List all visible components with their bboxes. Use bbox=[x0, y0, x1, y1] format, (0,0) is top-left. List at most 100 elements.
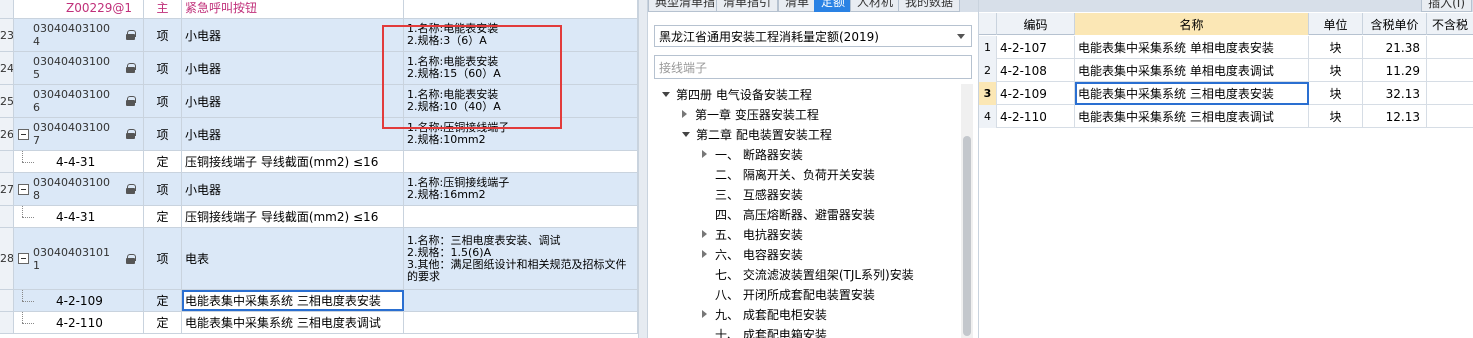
quota-code[interactable]: 4-2-110 bbox=[997, 105, 1075, 128]
quota-price-ex[interactable] bbox=[1427, 105, 1473, 128]
collapsed-icon[interactable] bbox=[682, 110, 687, 118]
tree-node[interactable]: 第一章 变压器安装工程 bbox=[682, 104, 819, 124]
quota-unit[interactable]: 块 bbox=[1309, 36, 1363, 59]
collapsed-icon[interactable] bbox=[702, 230, 707, 238]
quota-unit[interactable]: 块 bbox=[1309, 105, 1363, 128]
col-name-header[interactable]: 名称 bbox=[1075, 13, 1309, 35]
item-name[interactable]: 压铜接线端子 导线截面(mm2) ≤16 bbox=[182, 206, 404, 227]
tree-node[interactable]: 五、 电抗器安装 bbox=[702, 224, 803, 244]
item-name[interactable]: 小电器 bbox=[182, 118, 404, 150]
result-row[interactable]: 1 4-2-107 电能表集中采集系统 单相电度表安装块 21.38 bbox=[979, 36, 1473, 59]
tree-node[interactable]: 四、 高压熔断器、避雷器安装 bbox=[702, 204, 875, 224]
table-row[interactable]: 27 03040403100 8 项小电器 1.名称:压铜接线端子 2.规格:16mm2 bbox=[0, 173, 638, 206]
col-unit-header[interactable]: 单位 bbox=[1309, 13, 1363, 35]
item-name[interactable]: 电能表集中采集系统 三相电度表调试 bbox=[182, 312, 404, 333]
bill-code[interactable]: 03040403100 7 bbox=[14, 118, 144, 150]
result-row[interactable]: 4 4-2-110 电能表集中采集系统 三相电度表调试块 12.13 bbox=[979, 105, 1473, 128]
tab-1[interactable]: 清单指引 bbox=[716, 0, 779, 12]
tree-scrollbar-thumb[interactable] bbox=[963, 136, 971, 336]
quota-price-ex[interactable] bbox=[1427, 82, 1473, 105]
collapse-icon[interactable] bbox=[18, 253, 29, 264]
item-features[interactable] bbox=[404, 206, 638, 227]
quota-price-ex[interactable] bbox=[1427, 59, 1473, 82]
item-name[interactable]: 小电器 bbox=[182, 173, 404, 205]
quota-search-input[interactable]: 接线端子 bbox=[654, 55, 972, 79]
bill-code[interactable]: 4-4-31 bbox=[14, 206, 144, 227]
bill-code[interactable]: 03040403100 4 bbox=[14, 19, 144, 51]
quota-code[interactable]: 4-2-107 bbox=[997, 36, 1075, 59]
item-features[interactable]: 1.名称:电能表安装 2.规格:3（6）A bbox=[404, 19, 638, 51]
quota-name[interactable]: 电能表集中采集系统 三相电度表调试 bbox=[1075, 105, 1309, 128]
quota-name[interactable]: 电能表集中采集系统 三相电度表安装 bbox=[1075, 82, 1309, 105]
table-row[interactable]: 28 03040403101 1 项电表 1.名称：三相电度表安装、调试 2.规格：1.5… bbox=[0, 228, 638, 290]
item-features[interactable]: 1.名称:电能表安装 2.规格:10（40）A bbox=[404, 85, 638, 117]
table-row[interactable]: 25 03040403100 6 项小电器 1.名称:电能表安装 2.规格:10（40）A bbox=[0, 85, 638, 118]
chevron-down-icon[interactable] bbox=[957, 34, 965, 39]
tree-node[interactable]: 八、 开闭所成套配电装置安装 bbox=[702, 284, 875, 304]
item-name[interactable]: 电表 bbox=[182, 228, 404, 289]
bill-code[interactable]: 03040403100 6 bbox=[14, 85, 144, 117]
quota-code[interactable]: 4-2-108 bbox=[997, 59, 1075, 82]
tree-node[interactable]: 二、 隔离开关、负荷开关安装 bbox=[702, 164, 875, 184]
quota-price-ex[interactable] bbox=[1427, 36, 1473, 59]
table-row[interactable]: 4-4-31 定压铜接线端子 导线截面(mm2) ≤16 bbox=[0, 151, 638, 173]
item-name[interactable]: 压铜接线端子 导线截面(mm2) ≤16 bbox=[182, 151, 404, 172]
quota-code[interactable]: 4-2-109 bbox=[997, 82, 1075, 105]
tree-scrollbar[interactable] bbox=[961, 84, 973, 338]
bill-code[interactable]: 03040403100 5 bbox=[14, 52, 144, 84]
item-name[interactable]: 小电器 bbox=[182, 19, 404, 51]
tree-node[interactable]: 九、 成套配电柜安装 bbox=[702, 304, 827, 324]
item-features[interactable]: 1.名称:压铜接线端子 2.规格:10mm2 bbox=[404, 118, 638, 150]
bill-code[interactable]: 4-4-31 bbox=[14, 151, 144, 172]
quota-unit[interactable]: 块 bbox=[1309, 82, 1363, 105]
bill-grid[interactable]: Z00229@1 主紧急呼叫按钮 23 03040403100 4 项小电器 1.名称:电能… bbox=[0, 0, 638, 338]
item-name[interactable]: 电能表集中采集系统 三相电度表安装 bbox=[182, 290, 404, 311]
quota-price[interactable]: 32.13 bbox=[1363, 82, 1427, 105]
tree-node[interactable]: 第四册 电气设备安装工程 bbox=[662, 84, 812, 104]
quota-library-select[interactable]: 黑龙江省通用安装工程消耗量定额(2019) bbox=[654, 25, 972, 47]
tab-4[interactable]: 人材机 bbox=[850, 0, 901, 12]
tree-node[interactable]: 六、 电容器安装 bbox=[702, 244, 803, 264]
collapsed-icon[interactable] bbox=[702, 150, 707, 158]
table-row[interactable]: 4-4-31 定压铜接线端子 导线截面(mm2) ≤16 bbox=[0, 206, 638, 228]
col-price-header[interactable]: 含税单价 bbox=[1363, 13, 1427, 35]
table-row[interactable]: 4-2-110 定电能表集中采集系统 三相电度表调试 bbox=[0, 312, 638, 334]
quota-price[interactable]: 12.13 bbox=[1363, 105, 1427, 128]
tab-3[interactable]: 定额 bbox=[814, 0, 853, 12]
tree-node[interactable]: 十、 成套配电箱安装 bbox=[702, 324, 827, 338]
tree-node[interactable]: 一、 断路器安装 bbox=[702, 144, 803, 164]
panel-splitter[interactable] bbox=[638, 0, 648, 338]
bill-code[interactable]: Z00229@1 bbox=[14, 0, 144, 18]
tab-5[interactable]: 我的数据 bbox=[898, 0, 961, 12]
item-name[interactable]: 小电器 bbox=[182, 85, 404, 117]
tab-2[interactable]: 清单 bbox=[778, 0, 817, 12]
collapsed-icon[interactable] bbox=[702, 310, 707, 318]
item-name[interactable]: 小电器 bbox=[182, 52, 404, 84]
expanded-icon[interactable] bbox=[662, 91, 670, 97]
item-features[interactable] bbox=[404, 290, 638, 311]
quota-name[interactable]: 电能表集中采集系统 单相电度表安装 bbox=[1075, 36, 1309, 59]
item-name[interactable]: 紧急呼叫按钮 bbox=[182, 0, 404, 18]
tree-node[interactable]: 第二章 配电装置安装工程 bbox=[682, 124, 832, 144]
insert-button[interactable]: 插入(I) bbox=[1421, 0, 1472, 12]
quota-name[interactable]: 电能表集中采集系统 单相电度表调试 bbox=[1075, 59, 1309, 82]
table-row[interactable]: 23 03040403100 4 项小电器 1.名称:电能表安装 2.规格:3（6）A bbox=[0, 19, 638, 52]
bill-code[interactable]: 4-2-110 bbox=[14, 312, 144, 333]
quota-price[interactable]: 21.38 bbox=[1363, 36, 1427, 59]
item-features[interactable] bbox=[404, 151, 638, 172]
result-row[interactable]: 3 4-2-109 电能表集中采集系统 三相电度表安装块 32.13 bbox=[979, 82, 1473, 105]
quota-price[interactable]: 11.29 bbox=[1363, 59, 1427, 82]
col-price-ex-header[interactable]: 不含税 bbox=[1427, 13, 1473, 35]
col-code-header[interactable]: 编码 bbox=[997, 13, 1075, 35]
result-row[interactable]: 2 4-2-108 电能表集中采集系统 单相电度表调试块 11.29 bbox=[979, 59, 1473, 82]
bill-code[interactable]: 03040403100 8 bbox=[14, 173, 144, 205]
tree-node[interactable]: 三、 互感器安装 bbox=[702, 184, 803, 204]
table-row[interactable]: 24 03040403100 5 项小电器 1.名称:电能表安装 2.规格:15（60）A bbox=[0, 52, 638, 85]
item-features[interactable]: 1.名称：三相电度表安装、调试 2.规格：1.5(6)A 3.其他：满足图纸设计和相… bbox=[404, 228, 638, 289]
table-row[interactable]: Z00229@1 主紧急呼叫按钮 bbox=[0, 0, 638, 19]
tree-node[interactable]: 七、 交流滤波装置组架(TJL系列)安装 bbox=[702, 264, 914, 284]
bill-code[interactable]: 03040403101 1 bbox=[14, 228, 144, 289]
collapsed-icon[interactable] bbox=[702, 250, 707, 258]
item-features[interactable]: 1.名称:电能表安装 2.规格:15（60）A bbox=[404, 52, 638, 84]
collapse-icon[interactable] bbox=[18, 128, 29, 140]
